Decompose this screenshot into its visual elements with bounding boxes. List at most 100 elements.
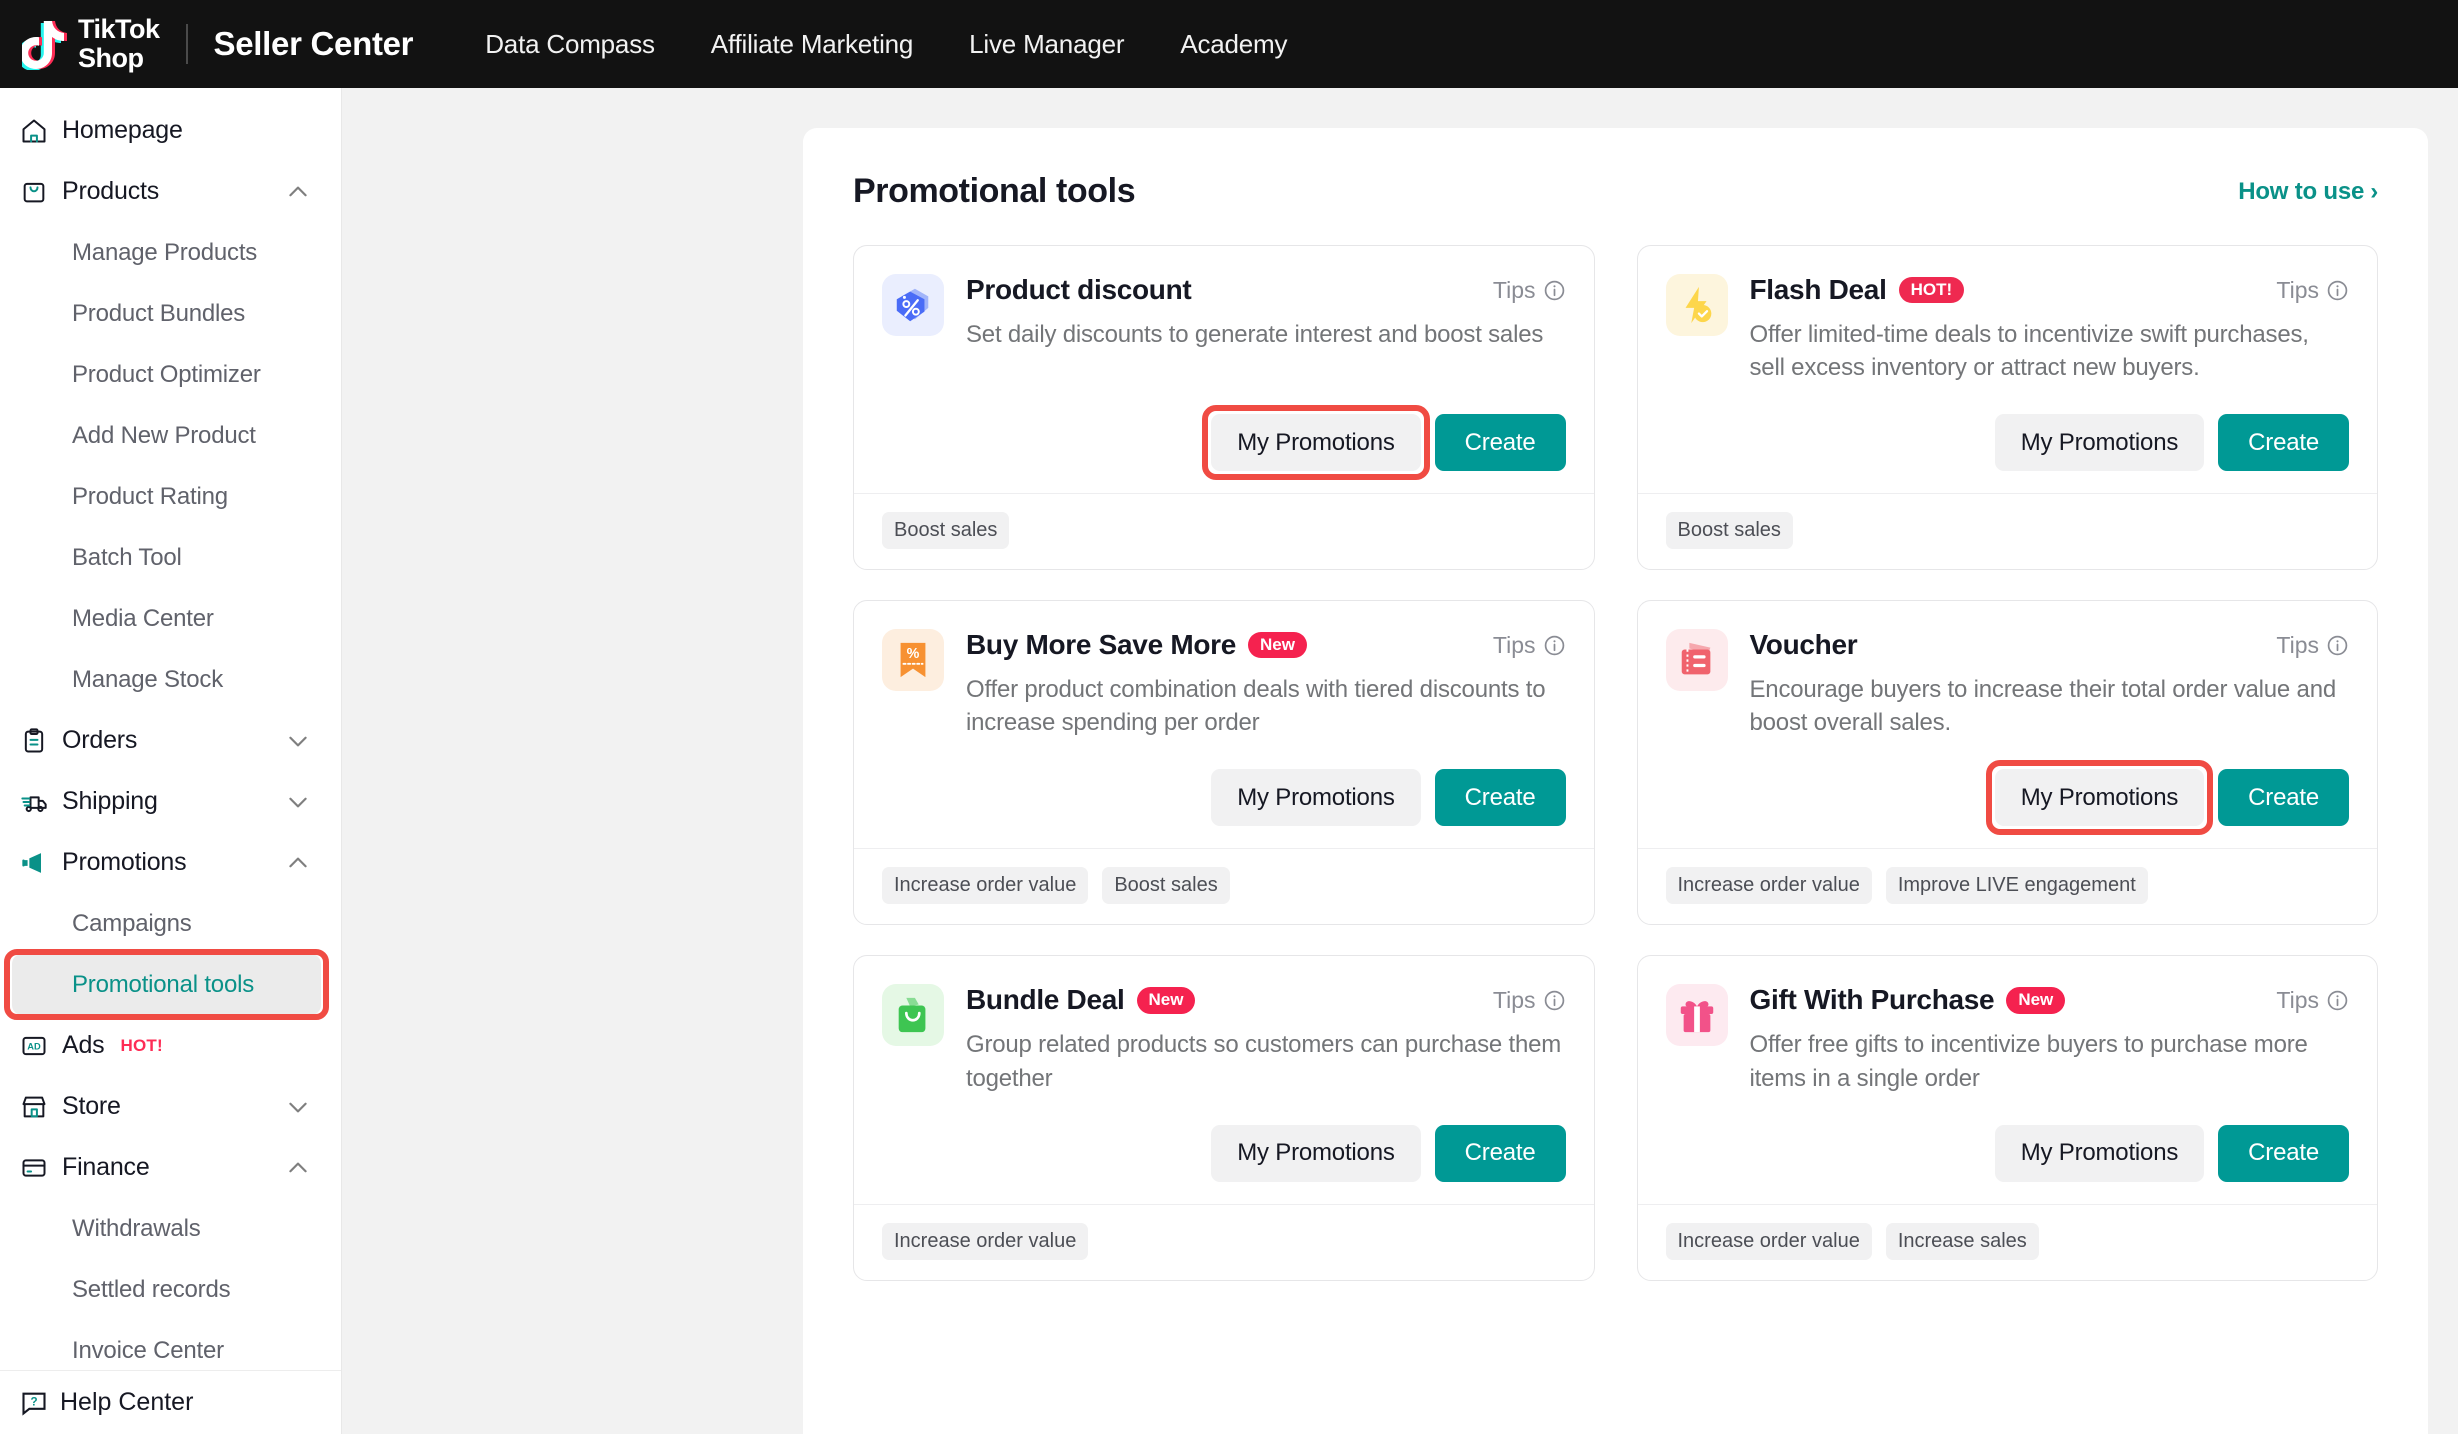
tips-link[interactable]: Tips bbox=[2260, 632, 2349, 659]
shopping-bag-icon bbox=[882, 984, 944, 1047]
how-to-use-link[interactable]: How to use › bbox=[2238, 178, 2378, 206]
card-icon bbox=[20, 1154, 54, 1182]
sidebar-item-store[interactable]: Store bbox=[0, 1076, 341, 1137]
hot-badge: HOT! bbox=[1898, 276, 1965, 304]
my-promotions-button[interactable]: My Promotions bbox=[1994, 414, 2205, 472]
card-body: Flash Deal HOT! Tips Offer limited-time … bbox=[1638, 246, 2378, 493]
card-title: Bundle Deal bbox=[966, 984, 1125, 1016]
card-tags: Increase order value bbox=[854, 1203, 1594, 1280]
card-header: Gift With Purchase New Tips Offer free g… bbox=[1665, 984, 2350, 1094]
tips-link[interactable]: Tips bbox=[1477, 987, 1566, 1014]
svg-text:?: ? bbox=[30, 1395, 37, 1408]
price-tag-percent-icon bbox=[882, 274, 944, 336]
tiktok-shop-logo[interactable]: TikTok Shop bbox=[22, 16, 160, 72]
sidebar-item-label: Campaigns bbox=[72, 909, 192, 937]
create-button[interactable]: Create bbox=[1434, 769, 1566, 827]
card-header: Bundle Deal New Tips Group related produ… bbox=[882, 984, 1566, 1094]
sidebar-item-help-center[interactable]: ? Help Center bbox=[0, 1370, 341, 1434]
tips-link[interactable]: Tips bbox=[2260, 987, 2349, 1014]
chevron-down-icon bbox=[289, 797, 307, 807]
card-actions: My Promotions Create bbox=[882, 1095, 1566, 1182]
hot-badge: HOT! bbox=[120, 1035, 163, 1055]
ad-icon: AD bbox=[20, 1032, 54, 1060]
sidebar-item-label: Product Bundles bbox=[72, 299, 246, 327]
card-tags: Boost sales bbox=[1637, 493, 2377, 569]
topnav-item-affiliate-marketing[interactable]: Affiliate Marketing bbox=[683, 29, 941, 60]
card-tag: Increase sales bbox=[1885, 1222, 2039, 1260]
card-body: Product discount Tips Set daily discount… bbox=[854, 246, 1594, 493]
promotional-tools-panel: Promotional tools How to use › Product d… bbox=[803, 128, 2428, 1434]
sidebar-item-product-bundles[interactable]: Product Bundles bbox=[0, 283, 341, 344]
svg-text:AD: AD bbox=[27, 1041, 41, 1051]
tips-link[interactable]: Tips bbox=[1477, 277, 1566, 304]
card-body: Voucher Tips Encourage buyers to increas… bbox=[1638, 601, 2378, 848]
card-header: % Buy More Save More New Tips Offer prod… bbox=[882, 629, 1566, 739]
sidebar-item-label: Product Rating bbox=[72, 482, 228, 510]
card-tags: Boost sales bbox=[854, 493, 1594, 569]
sidebar-item-shipping[interactable]: Shipping bbox=[0, 771, 341, 832]
sidebar-item-label: Products bbox=[62, 177, 160, 205]
card-tag: Increase order value bbox=[882, 867, 1089, 905]
create-button[interactable]: Create bbox=[1434, 414, 1566, 472]
sidebar-item-campaigns[interactable]: Campaigns bbox=[0, 893, 341, 954]
sidebar-item-label: Manage Stock bbox=[72, 665, 224, 693]
sidebar-item-settled-records[interactable]: Settled records bbox=[0, 1259, 341, 1320]
megaphone-icon bbox=[20, 849, 54, 877]
sidebar-item-label: Ads bbox=[62, 1031, 105, 1059]
sidebar-item-product-optimizer[interactable]: Product Optimizer bbox=[0, 344, 341, 405]
sidebar-item-products[interactable]: Products bbox=[0, 161, 341, 222]
create-button[interactable]: Create bbox=[1434, 1124, 1566, 1182]
card-body: % Buy More Save More New Tips Offer prod… bbox=[854, 601, 1594, 848]
sidebar-nav-list: Homepage Products Manage Products Produc… bbox=[0, 88, 341, 1381]
sidebar-item-add-new-product[interactable]: Add New Product bbox=[0, 405, 341, 466]
create-button[interactable]: Create bbox=[2218, 414, 2349, 472]
sidebar-item-batch-tool[interactable]: Batch Tool bbox=[0, 527, 341, 588]
card-tags: Increase order value Increase sales bbox=[1637, 1203, 2377, 1280]
sidebar-item-manage-stock[interactable]: Manage Stock bbox=[0, 649, 341, 710]
seller-center-title: Seller Center bbox=[213, 25, 414, 62]
promo-card-product-discount: Product discount Tips Set daily discount… bbox=[853, 245, 1595, 571]
card-text-block: Gift With Purchase New Tips Offer free g… bbox=[1750, 984, 2350, 1094]
tips-label: Tips bbox=[2276, 631, 2319, 658]
my-promotions-button[interactable]: My Promotions bbox=[1211, 1124, 1421, 1182]
top-navigation: Data Compass Affiliate Marketing Live Ma… bbox=[457, 29, 1315, 60]
sidebar-item-manage-products[interactable]: Manage Products bbox=[0, 222, 341, 283]
tips-link[interactable]: Tips bbox=[2260, 277, 2349, 304]
sidebar: Homepage Products Manage Products Produc… bbox=[0, 88, 342, 1434]
sidebar-item-orders[interactable]: Orders bbox=[0, 710, 341, 771]
create-button[interactable]: Create bbox=[2218, 769, 2349, 827]
info-circle-icon bbox=[2327, 990, 2348, 1011]
bag-icon bbox=[20, 178, 54, 206]
sidebar-item-product-rating[interactable]: Product Rating bbox=[0, 466, 341, 527]
tips-link[interactable]: Tips bbox=[1477, 632, 1566, 659]
my-promotions-button[interactable]: My Promotions bbox=[1211, 769, 1421, 827]
sidebar-item-promotional-tools[interactable]: Promotional tools bbox=[12, 954, 321, 1015]
my-promotions-button[interactable]: My Promotions bbox=[1985, 760, 2214, 836]
topnav-item-data-compass[interactable]: Data Compass bbox=[457, 29, 683, 60]
card-title-row: Flash Deal HOT! Tips bbox=[1750, 274, 2350, 306]
info-circle-icon bbox=[1544, 280, 1564, 300]
sidebar-item-promotions[interactable]: Promotions bbox=[0, 832, 341, 893]
card-title-row: Product discount Tips bbox=[966, 274, 1566, 306]
sidebar-item-withdrawals[interactable]: Withdrawals bbox=[0, 1198, 341, 1259]
chevron-up-icon bbox=[289, 1162, 307, 1172]
card-title: Voucher bbox=[1749, 629, 1858, 661]
sidebar-item-finance[interactable]: Finance bbox=[0, 1137, 341, 1198]
topnav-item-academy[interactable]: Academy bbox=[1152, 29, 1315, 60]
sidebar-item-ads[interactable]: AD Ads HOT! bbox=[0, 1015, 341, 1076]
sidebar-item-label: Manage Products bbox=[72, 238, 258, 266]
card-tag: Increase order value bbox=[882, 1222, 1089, 1260]
sidebar-item-label: Product Optimizer bbox=[72, 360, 261, 388]
sidebar-item-media-center[interactable]: Media Center bbox=[0, 588, 341, 649]
card-tag: Boost sales bbox=[882, 512, 1010, 550]
truck-icon bbox=[20, 788, 54, 816]
card-text-block: Voucher Tips Encourage buyers to increas… bbox=[1750, 629, 2350, 739]
my-promotions-button[interactable]: My Promotions bbox=[1994, 1124, 2205, 1182]
ticket-icon bbox=[1665, 629, 1728, 692]
card-tags: Increase order value Improve LIVE engagem… bbox=[1637, 848, 2377, 924]
sidebar-item-homepage[interactable]: Homepage bbox=[0, 100, 341, 161]
my-promotions-button[interactable]: My Promotions bbox=[1202, 405, 1431, 481]
card-body: Gift With Purchase New Tips Offer free g… bbox=[1638, 956, 2378, 1203]
topnav-item-live-manager[interactable]: Live Manager bbox=[941, 29, 1152, 60]
create-button[interactable]: Create bbox=[2218, 1124, 2349, 1182]
